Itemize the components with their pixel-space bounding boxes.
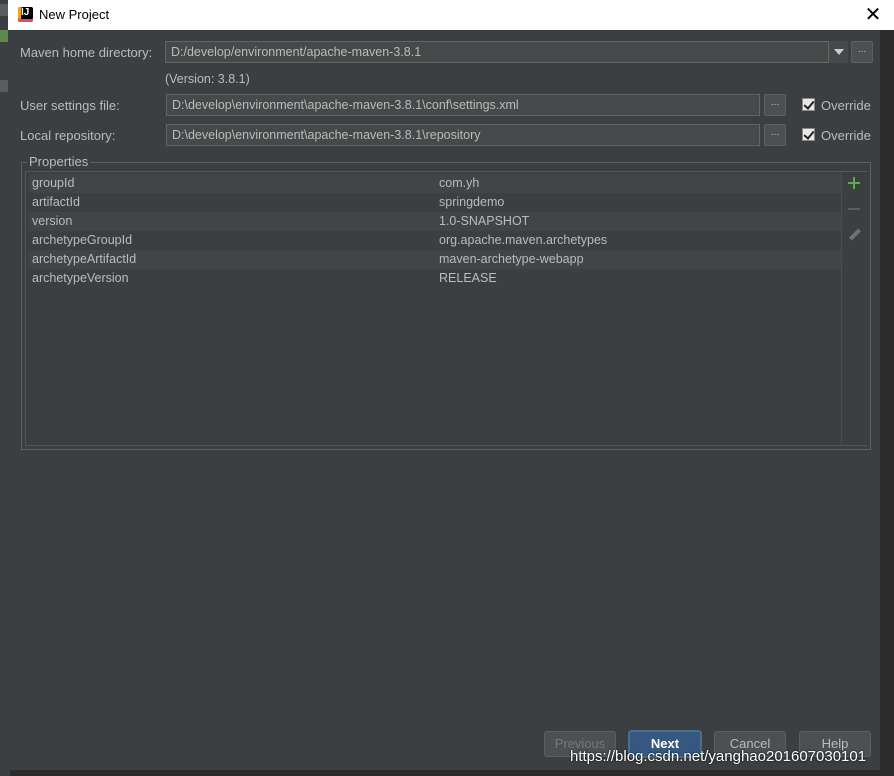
maven-home-combo[interactable]: D:/develop/environment/apache-maven-3.8.… xyxy=(165,41,848,63)
table-row[interactable]: archetypeGroupId org.apache.maven.archet… xyxy=(29,231,841,250)
local-repository-label: Local repository: xyxy=(20,128,116,143)
properties-group-title: Properties xyxy=(27,154,91,169)
property-key: version xyxy=(32,214,73,228)
local-repository-browse-button[interactable]: ... xyxy=(764,124,786,146)
maven-home-label: Maven home directory: xyxy=(20,45,153,60)
window-title: New Project xyxy=(39,7,110,22)
remove-icon[interactable] xyxy=(847,202,861,216)
user-settings-override-label: Override xyxy=(821,98,871,113)
property-key: groupId xyxy=(32,176,75,190)
close-icon[interactable]: ✕ xyxy=(862,4,884,26)
property-value: 1.0-SNAPSHOT xyxy=(439,214,530,228)
property-key: archetypeGroupId xyxy=(32,233,133,247)
maven-home-value: D:/develop/environment/apache-maven-3.8.… xyxy=(171,45,422,59)
property-value: com.yh xyxy=(439,176,480,190)
properties-toolbar xyxy=(841,172,867,445)
property-value: org.apache.maven.archetypes xyxy=(439,233,608,247)
user-settings-value: D:\develop\environment\apache-maven-3.8.… xyxy=(172,98,519,112)
table-row[interactable]: archetypeVersion RELEASE xyxy=(29,269,841,288)
background-editor-right xyxy=(880,380,894,776)
properties-rows: groupId com.yh artifactId springdemo ver… xyxy=(29,174,841,288)
maven-home-browse-button[interactable]: ... xyxy=(851,41,873,63)
table-row[interactable]: groupId com.yh xyxy=(29,174,841,193)
edit-icon[interactable] xyxy=(848,228,862,242)
background-fragment xyxy=(0,4,8,16)
property-key: artifactId xyxy=(32,195,80,209)
property-key: archetypeVersion xyxy=(32,271,129,285)
table-row[interactable]: archetypeArtifactId maven-archetype-weba… xyxy=(29,250,841,269)
property-value: RELEASE xyxy=(439,271,497,285)
new-project-dialog: Maven home directory: D:/develop/environ… xyxy=(8,30,880,770)
add-icon[interactable] xyxy=(847,176,861,190)
background-fragment xyxy=(0,30,8,42)
user-settings-field[interactable]: D:\develop\environment\apache-maven-3.8.… xyxy=(166,94,760,116)
maven-version-text: (Version: 3.8.1) xyxy=(165,72,250,86)
table-row[interactable]: artifactId springdemo xyxy=(29,193,841,212)
watermark-text: https://blog.csdn.net/yanghao20160703010… xyxy=(570,748,867,765)
user-settings-browse-button[interactable]: ... xyxy=(764,94,786,116)
user-settings-override-checkbox[interactable] xyxy=(802,98,815,111)
chevron-down-icon[interactable] xyxy=(828,41,848,63)
user-settings-label: User settings file: xyxy=(20,98,120,113)
table-row[interactable]: version 1.0-SNAPSHOT xyxy=(29,212,841,231)
background-fragment xyxy=(0,80,8,92)
local-repository-override-checkbox[interactable] xyxy=(802,128,815,141)
property-value: maven-archetype-webapp xyxy=(439,252,584,266)
property-key: archetypeArtifactId xyxy=(32,252,137,266)
local-repository-value: D:\develop\environment\apache-maven-3.8.… xyxy=(172,128,481,142)
local-repository-field[interactable]: D:\develop\environment\apache-maven-3.8.… xyxy=(166,124,760,146)
intellij-logo-icon: IJ xyxy=(18,7,33,22)
window-titlebar: IJ New Project ✕ xyxy=(8,0,894,30)
local-repository-override-label: Override xyxy=(821,128,871,143)
properties-table: groupId com.yh artifactId springdemo ver… xyxy=(25,171,867,446)
property-value: springdemo xyxy=(439,195,505,209)
